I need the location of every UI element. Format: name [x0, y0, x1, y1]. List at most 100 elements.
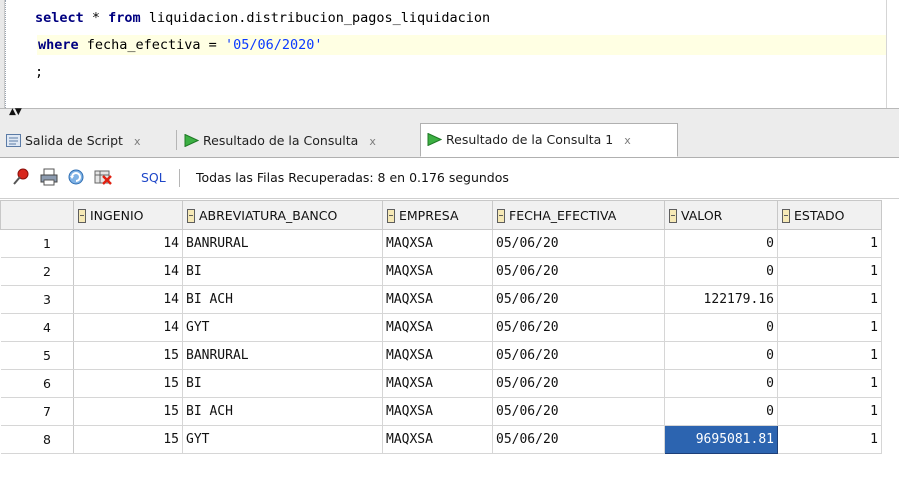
refresh-icon[interactable] [67, 168, 85, 186]
cell-estado[interactable]: 1 [777, 285, 882, 314]
table-row[interactable]: 4 14 GYT MAQXSA 05/06/20 0 1 [0, 313, 882, 342]
code-line-1[interactable]: select * from liquidacion.distribucion_p… [35, 8, 490, 28]
cell-estado[interactable]: 1 [777, 257, 882, 286]
table-row[interactable]: 3 14 BI ACH MAQXSA 05/06/20 122179.16 1 [0, 285, 882, 314]
sort-icon[interactable] [782, 208, 790, 223]
table-row[interactable]: 5 15 BANRURAL MAQXSA 05/06/20 0 1 [0, 341, 882, 370]
column-header-label: VALOR [681, 208, 723, 223]
sql-editor[interactable]: select * from liquidacion.distribucion_p… [0, 0, 899, 108]
table-row[interactable]: 6 15 BI MAQXSA 05/06/20 0 1 [0, 369, 882, 398]
row-number[interactable]: 8 [0, 425, 74, 454]
cell-empresa[interactable]: MAQXSA [382, 425, 493, 454]
cell-valor[interactable]: 0 [664, 313, 778, 342]
cell-empresa[interactable]: MAQXSA [382, 257, 493, 286]
cell-abreviatura-banco[interactable]: GYT [182, 313, 383, 342]
pin-icon[interactable] [12, 168, 30, 186]
cell-abreviatura-banco[interactable]: BANRURAL [182, 341, 383, 370]
cell-ingenio[interactable]: 14 [73, 257, 183, 286]
cell-abreviatura-banco[interactable]: BI [182, 257, 383, 286]
print-icon[interactable] [40, 168, 58, 186]
row-number-header [0, 200, 74, 230]
row-number[interactable]: 6 [0, 369, 74, 398]
column-header-abreviatura-banco[interactable]: ABREVIATURA_BANCO [182, 200, 383, 230]
cell-empresa[interactable]: MAQXSA [382, 229, 493, 258]
code-line-2[interactable]: where fecha_efectiva = '05/06/2020' [37, 35, 886, 55]
cell-estado[interactable]: 1 [777, 229, 882, 258]
cell-estado[interactable]: 1 [777, 425, 882, 454]
cell-fecha-efectiva[interactable]: 05/06/20 [492, 397, 665, 426]
collapse-arrows-icon[interactable]: ▲▼ [9, 108, 22, 117]
cell-fecha-efectiva[interactable]: 05/06/20 [492, 285, 665, 314]
column-header-label: ESTADO [794, 208, 845, 223]
cell-estado[interactable]: 1 [777, 341, 882, 370]
cell-ingenio[interactable]: 14 [73, 229, 183, 258]
cell-empresa[interactable]: MAQXSA [382, 285, 493, 314]
results-grid[interactable]: INGENIO ABREVIATURA_BANCO EMPRESA FECHA_… [0, 200, 899, 454]
column-header-valor[interactable]: VALOR [664, 200, 778, 230]
cell-ingenio[interactable]: 15 [73, 397, 183, 426]
table-row[interactable]: 8 15 GYT MAQXSA 05/06/20 9695081.81 1 [0, 425, 882, 454]
tab-script-output[interactable]: Salida de Script x [0, 126, 172, 156]
sort-icon[interactable] [669, 208, 677, 223]
cell-estado[interactable]: 1 [777, 397, 882, 426]
grid-empty-area [0, 470, 899, 486]
cell-ingenio[interactable]: 14 [73, 285, 183, 314]
cell-abreviatura-banco[interactable]: BI [182, 369, 383, 398]
column-header-fecha-efectiva[interactable]: FECHA_EFECTIVA [492, 200, 665, 230]
clear-icon[interactable] [94, 168, 112, 186]
cell-empresa[interactable]: MAQXSA [382, 341, 493, 370]
cell-estado[interactable]: 1 [777, 369, 882, 398]
cell-empresa[interactable]: MAQXSA [382, 313, 493, 342]
row-number[interactable]: 3 [0, 285, 74, 314]
cell-fecha-efectiva[interactable]: 05/06/20 [492, 341, 665, 370]
row-number[interactable]: 5 [0, 341, 74, 370]
column-header-ingenio[interactable]: INGENIO [73, 200, 183, 230]
cell-abreviatura-banco[interactable]: BANRURAL [182, 229, 383, 258]
cell-empresa[interactable]: MAQXSA [382, 369, 493, 398]
close-icon[interactable]: x [134, 135, 141, 148]
cell-fecha-efectiva[interactable]: 05/06/20 [492, 369, 665, 398]
editor-scrollbar[interactable] [886, 0, 899, 108]
row-number[interactable]: 7 [0, 397, 74, 426]
tab-query-result[interactable]: Resultado de la Consulta x [178, 126, 418, 156]
cell-valor[interactable]: 0 [664, 397, 778, 426]
column-header-estado[interactable]: ESTADO [777, 200, 882, 230]
table-row[interactable]: 1 14 BANRURAL MAQXSA 05/06/20 0 1 [0, 229, 882, 258]
column-header-empresa[interactable]: EMPRESA [382, 200, 493, 230]
cell-fecha-efectiva[interactable]: 05/06/20 [492, 257, 665, 286]
green-play-icon [184, 134, 199, 147]
row-number[interactable]: 2 [0, 257, 74, 286]
sort-icon[interactable] [187, 208, 195, 223]
cell-valor[interactable]: 122179.16 [664, 285, 778, 314]
code-line-3[interactable]: ; [35, 62, 43, 82]
cell-valor[interactable]: 0 [664, 229, 778, 258]
cell-valor[interactable]: 0 [664, 257, 778, 286]
cell-fecha-efectiva[interactable]: 05/06/20 [492, 313, 665, 342]
cell-abreviatura-banco[interactable]: GYT [182, 425, 383, 454]
cell-abreviatura-banco[interactable]: BI ACH [182, 397, 383, 426]
row-number[interactable]: 4 [0, 313, 74, 342]
table-row[interactable]: 2 14 BI MAQXSA 05/06/20 0 1 [0, 257, 882, 286]
sort-icon[interactable] [387, 208, 395, 223]
cell-fecha-efectiva[interactable]: 05/06/20 [492, 425, 665, 454]
cell-abreviatura-banco[interactable]: BI ACH [182, 285, 383, 314]
sql-link[interactable]: SQL [141, 170, 166, 185]
cell-ingenio[interactable]: 15 [73, 341, 183, 370]
cell-ingenio[interactable]: 14 [73, 313, 183, 342]
sort-icon[interactable] [497, 208, 505, 223]
cell-valor[interactable]: 0 [664, 369, 778, 398]
close-icon[interactable]: x [624, 134, 631, 147]
tab-query-result-1[interactable]: Resultado de la Consulta 1 x [420, 123, 678, 157]
cell-fecha-efectiva[interactable]: 05/06/20 [492, 229, 665, 258]
close-icon[interactable]: x [369, 135, 376, 148]
green-play-icon [427, 133, 442, 146]
cell-valor[interactable]: 0 [664, 341, 778, 370]
cell-ingenio[interactable]: 15 [73, 425, 183, 454]
cell-empresa[interactable]: MAQXSA [382, 397, 493, 426]
table-row[interactable]: 7 15 BI ACH MAQXSA 05/06/20 0 1 [0, 397, 882, 426]
cell-ingenio[interactable]: 15 [73, 369, 183, 398]
cell-estado[interactable]: 1 [777, 313, 882, 342]
row-number[interactable]: 1 [0, 229, 74, 258]
sort-icon[interactable] [78, 208, 86, 223]
cell-valor-selected[interactable]: 9695081.81 [664, 425, 778, 454]
